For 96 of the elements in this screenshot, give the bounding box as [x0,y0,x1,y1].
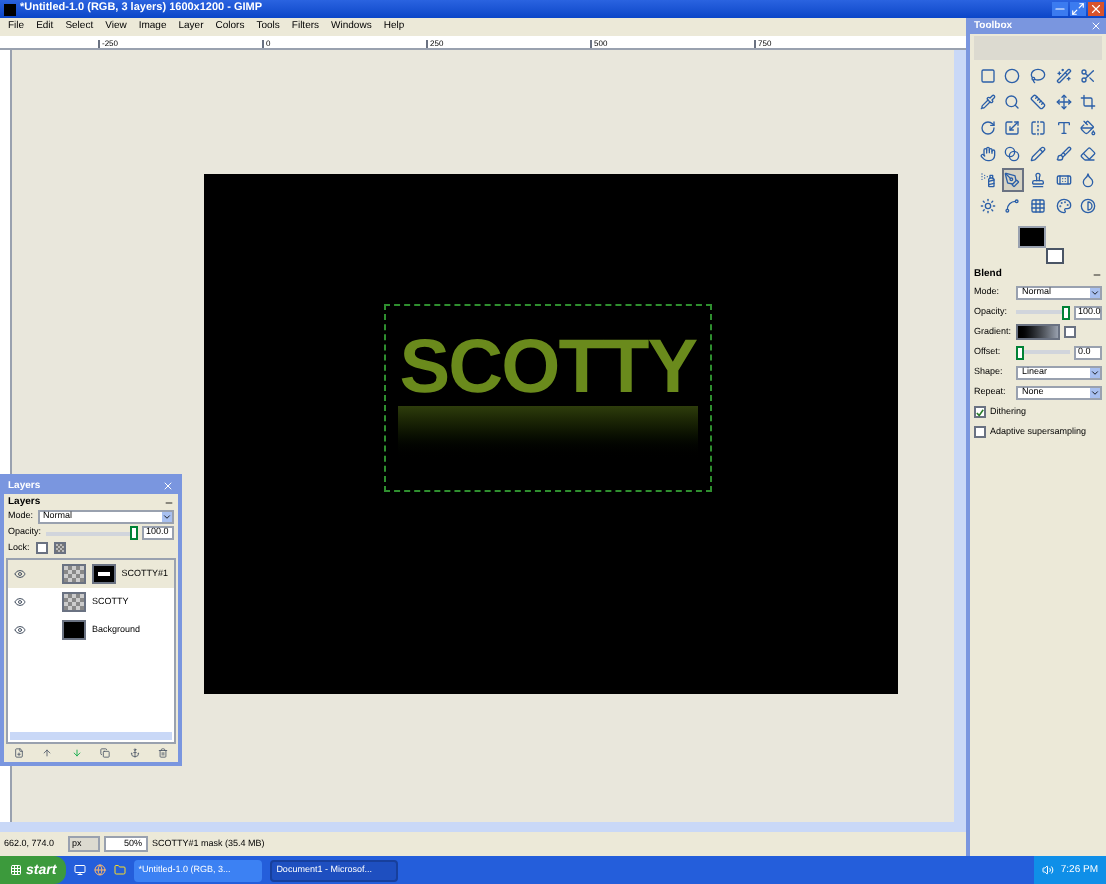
background-color-swatch[interactable] [1046,248,1064,264]
reverse-checkbox[interactable] [1064,326,1076,338]
slider-thumb[interactable] [130,526,138,540]
trash-icon[interactable] [158,748,169,758]
eye-icon[interactable] [14,624,26,636]
rotate-icon [979,120,996,136]
mask-thumbnail [91,564,116,584]
grid-icon [1029,198,1046,214]
canvas-text: SCOTTY [399,330,697,406]
checkbox[interactable] [974,426,986,438]
droplet-icon [1080,172,1097,188]
lasso-icon [1029,68,1046,84]
scale-icon [1004,120,1021,136]
horizontal-scrollbar[interactable] [0,822,966,832]
sun-icon [979,198,996,214]
close-icon[interactable] [1088,2,1104,16]
close-icon[interactable] [162,480,174,492]
close-icon[interactable] [1090,20,1102,32]
path-icon [1004,198,1021,214]
brush-icon [1055,146,1072,162]
tool-button[interactable] [976,64,1000,88]
lock-checkbox[interactable] [35,542,48,554]
tool-button[interactable] [1076,90,1100,114]
horizontal-scrollbar[interactable] [10,732,172,740]
tool-button[interactable] [1026,64,1050,88]
pipette-icon [979,94,996,110]
tool-button[interactable] [1001,194,1025,218]
circle-icon [1004,68,1021,84]
tool-button[interactable] [1026,142,1050,166]
tool-button[interactable] [1076,142,1100,166]
option-slider[interactable] [1016,305,1070,319]
layer-thumbnail [62,620,86,640]
pencil-icon [1029,146,1046,162]
tool-button[interactable] [1001,116,1025,140]
option-slider[interactable] [1016,345,1070,359]
eraser-icon [1080,146,1097,162]
lock-checkbox[interactable] [53,542,66,554]
tool-button[interactable] [976,90,1000,114]
search-icon [1004,94,1021,110]
letter-icon [1055,120,1072,136]
layer-thumbnail [62,592,86,612]
tool-button[interactable] [1076,194,1100,218]
move-icon [1055,94,1072,110]
tool-button[interactable] [1076,116,1100,140]
tool-button[interactable] [1026,90,1050,114]
pen-icon [1004,172,1021,188]
tool-button[interactable] [1001,168,1025,192]
eye-icon[interactable] [14,596,26,608]
duplicate-icon[interactable] [100,748,111,758]
gradient-preview[interactable] [1016,324,1060,340]
maximize-icon[interactable] [1070,2,1086,16]
flip-icon [1029,120,1046,136]
desktop-icon[interactable] [74,864,87,876]
check-icon [976,407,984,417]
checkbox[interactable] [974,406,986,418]
folder-icon[interactable] [114,864,127,876]
anchor-icon[interactable] [129,748,140,758]
chevron-down-icon [1090,367,1100,377]
chevron-down-icon [1090,387,1100,397]
stamp-icon [1029,172,1046,188]
chevron-down-icon [162,512,172,522]
chevron-down-icon [1090,287,1100,297]
app-icon [4,3,16,15]
palette-icon [1055,198,1072,214]
foreground-color-swatch[interactable] [1018,226,1046,248]
tool-button[interactable] [976,194,1000,218]
layer-thumbnail [61,564,86,584]
hand-icon [979,146,996,162]
ruler-icon [1029,94,1046,110]
tool-button[interactable] [1001,64,1025,88]
slider-thumb[interactable] [1062,305,1070,319]
eye-icon[interactable] [14,568,26,580]
tool-button[interactable] [976,142,1000,166]
tool-button[interactable] [1051,90,1075,114]
speaker-icon[interactable] [1042,864,1055,876]
tool-button[interactable] [1051,64,1075,88]
square-icon [979,68,996,84]
crop-icon [1080,94,1097,110]
tool-button[interactable] [1026,194,1050,218]
raise-icon[interactable] [42,748,53,758]
globe-icon[interactable] [94,864,107,876]
opacity-slider[interactable] [45,526,138,540]
tool-button[interactable] [1051,142,1075,166]
slider-thumb[interactable] [1016,345,1024,359]
tool-button[interactable] [1076,64,1100,88]
vertical-scrollbar[interactable] [954,50,966,822]
tool-button[interactable] [1026,116,1050,140]
wand-icon [1055,68,1072,84]
tool-button[interactable] [1001,142,1025,166]
tool-button[interactable] [1051,194,1075,218]
tool-button[interactable] [976,116,1000,140]
new-layer-icon[interactable] [13,748,24,758]
bandage-icon [1055,172,1072,188]
tool-button[interactable] [1026,168,1050,192]
scissors-icon [1080,68,1097,84]
bucket-icon [1080,120,1097,136]
